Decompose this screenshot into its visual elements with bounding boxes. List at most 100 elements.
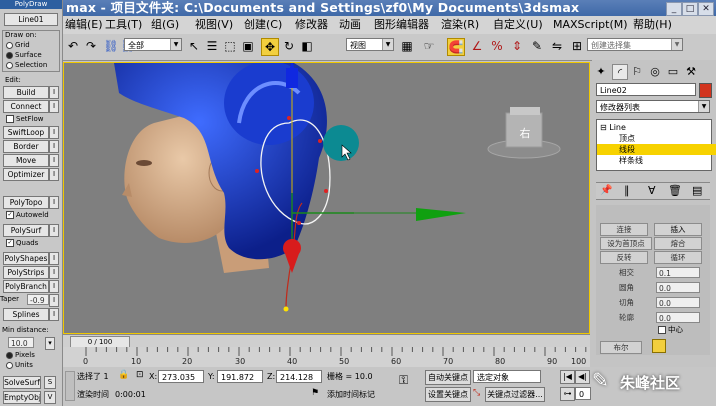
spinner-snap-icon[interactable]: ⇕ (509, 38, 525, 54)
select-object-icon[interactable]: ↖ (186, 38, 202, 54)
hierarchy-tab-icon[interactable]: ⚐ (630, 64, 644, 78)
menu-help[interactable]: 帮助(H) (633, 16, 672, 34)
menu-modifiers[interactable]: 修改器 (295, 16, 328, 34)
polyshapes-options-button[interactable]: I (49, 252, 59, 265)
cycle-button[interactable]: 循环 (654, 251, 702, 264)
insert-button[interactable]: 插入 (654, 223, 702, 236)
menu-tools[interactable]: 工具(T) (105, 16, 142, 34)
utilities-tab-icon[interactable]: ⚒ (684, 64, 698, 78)
connect-options-button[interactable]: I (49, 100, 59, 113)
connect-button[interactable]: Connect (3, 100, 49, 113)
optimizer-options-button[interactable]: I (49, 168, 59, 181)
polytopo-button[interactable]: PolyTopo (3, 196, 49, 209)
min-distance-dropdown[interactable]: ▾ (45, 337, 55, 350)
selection-filter-dropdown[interactable]: 全部 ▼ (124, 38, 182, 51)
lock-selection-icon[interactable]: 🔒 (118, 370, 129, 380)
border-options-button[interactable]: I (49, 140, 59, 153)
snaps-toggle-icon[interactable]: 🧲 (447, 38, 465, 56)
x-coordinate-field[interactable]: 273.035 (158, 370, 204, 383)
selected-object-dropdown[interactable]: 选定对象 (473, 370, 541, 383)
menu-edit[interactable]: 编辑(E) (65, 16, 103, 34)
stack-item-spline[interactable]: 样条线 (597, 155, 716, 166)
y-coordinate-field[interactable]: 191.872 (217, 370, 263, 383)
emptyobj-v-button[interactable]: V (44, 391, 56, 404)
key-filters-button[interactable]: 关键点过滤器... (485, 387, 545, 402)
pivot-center-icon[interactable]: ▦ (399, 38, 415, 54)
percent-snap-icon[interactable]: % (489, 38, 505, 54)
polybranch-button[interactable]: PolyBranch (3, 280, 49, 293)
named-selection-sets-dropdown[interactable]: 创建选择集 ▼ (587, 38, 683, 51)
move-options-button[interactable]: I (49, 154, 59, 167)
optimizer-button[interactable]: Optimizer (3, 168, 49, 181)
draw-on-surface-radio[interactable]: Surface (6, 50, 42, 60)
track-bar[interactable]: 0 10 20 30 40 50 60 70 80 90 100 (63, 347, 590, 368)
menu-animation[interactable]: 动画 (339, 16, 361, 34)
intersect-spinner[interactable]: 0.1 (656, 267, 700, 278)
display-tab-icon[interactable]: ▭ (666, 64, 680, 78)
menu-views[interactable]: 视图(V) (195, 16, 233, 34)
stack-item-segment[interactable]: 线段✓ (597, 144, 716, 155)
redo-icon[interactable]: ↷ (83, 38, 99, 54)
maximize-button[interactable]: □ (682, 2, 698, 16)
maxscript-listener-strip[interactable] (65, 371, 75, 401)
boolean-union-icon[interactable] (652, 339, 666, 353)
go-to-start-button[interactable]: |◀ (560, 370, 575, 384)
configure-modifier-sets-icon[interactable]: ▤ (692, 184, 702, 197)
move-button[interactable]: Move (3, 154, 49, 167)
object-name-field[interactable]: Line02 (596, 83, 696, 96)
stack-item-vertex[interactable]: 顶点 (597, 133, 716, 144)
reference-coordinate-dropdown[interactable]: 视图 ▼ (346, 38, 394, 51)
key-mode-toggle-button[interactable]: ⊶ (560, 387, 575, 401)
draw-on-selection-radio[interactable]: Selection (6, 60, 47, 70)
menu-create[interactable]: 创建(C) (244, 16, 282, 34)
current-frame-field[interactable]: 0 (575, 387, 591, 400)
polybranch-options-button[interactable]: I (49, 280, 59, 293)
draw-on-grid-radio[interactable]: Grid (6, 40, 30, 50)
min-distance-spinner[interactable]: 10.0 (8, 337, 34, 348)
close-button[interactable]: ✕ (698, 2, 714, 16)
menu-customize[interactable]: 自定义(U) (493, 16, 543, 34)
setflow-checkbox[interactable]: SetFlow (6, 114, 43, 124)
solvesurf-s-button[interactable]: S (44, 376, 56, 389)
swiftloop-options-button[interactable]: I (49, 126, 59, 139)
key-mode-icon[interactable]: ⚿ (399, 373, 408, 388)
undo-icon[interactable]: ↶ (65, 38, 81, 54)
mirror-icon[interactable]: ⇋ (549, 38, 565, 54)
select-and-scale-icon[interactable]: ◧ (299, 38, 315, 54)
menu-maxscript[interactable]: MAXScript(M) (553, 16, 628, 34)
polysurf-options-button[interactable]: I (49, 224, 59, 237)
select-and-rotate-icon[interactable]: ↻ (281, 38, 297, 54)
polystrips-options-button[interactable]: I (49, 266, 59, 279)
add-time-tag[interactable]: 添加时间标记 (327, 388, 375, 401)
center-checkbox[interactable]: 中心 (658, 325, 683, 335)
modifier-list-dropdown[interactable]: 修改器列表 ▼ (596, 100, 710, 113)
motion-tab-icon[interactable]: ◎ (648, 64, 662, 78)
pixels-radio[interactable]: Pixels (6, 350, 35, 360)
polyshapes-button[interactable]: PolyShapes (3, 252, 49, 265)
boolean-button[interactable]: 布尔 (600, 341, 642, 354)
angle-snap-icon[interactable]: ∠ (469, 38, 485, 54)
border-button[interactable]: Border (3, 140, 49, 153)
viewcube-label[interactable]: 右 (510, 125, 540, 141)
align-icon[interactable]: ⊞ (569, 38, 585, 54)
select-and-link-icon[interactable]: ⛓ (103, 38, 119, 54)
taper-options-button[interactable]: I (49, 294, 59, 307)
taper-spinner[interactable]: -0.9 (27, 294, 49, 305)
polystrips-button[interactable]: PolyStrips (3, 266, 49, 279)
modify-tab-icon[interactable]: ◜ (612, 64, 628, 80)
set-key-button[interactable]: 设置关键点 (425, 387, 471, 402)
quads-checkbox[interactable]: ✓ Quads (6, 238, 38, 248)
edit-named-selection-icon[interactable]: ✎ (529, 38, 545, 54)
z-coordinate-field[interactable]: 214.128 (276, 370, 322, 383)
perspective-viewport[interactable]: 右 (63, 62, 590, 334)
time-tag-icon[interactable]: ⚑ (311, 388, 319, 398)
solvesurf-button[interactable]: SolveSurf (3, 376, 41, 389)
select-and-move-icon[interactable]: ✥ (261, 38, 279, 56)
autoweld-checkbox[interactable]: ✓ Autoweld (6, 210, 49, 220)
create-tab-icon[interactable]: ✦ (594, 64, 608, 78)
previous-frame-button[interactable]: ◀| (575, 370, 590, 384)
polytopo-options-button[interactable]: I (49, 196, 59, 209)
menu-graph-editors[interactable]: 图形编辑器 (374, 16, 429, 34)
fillet-spinner[interactable]: 0.0 (656, 282, 700, 293)
auto-key-button[interactable]: 自动关键点 (425, 370, 471, 385)
